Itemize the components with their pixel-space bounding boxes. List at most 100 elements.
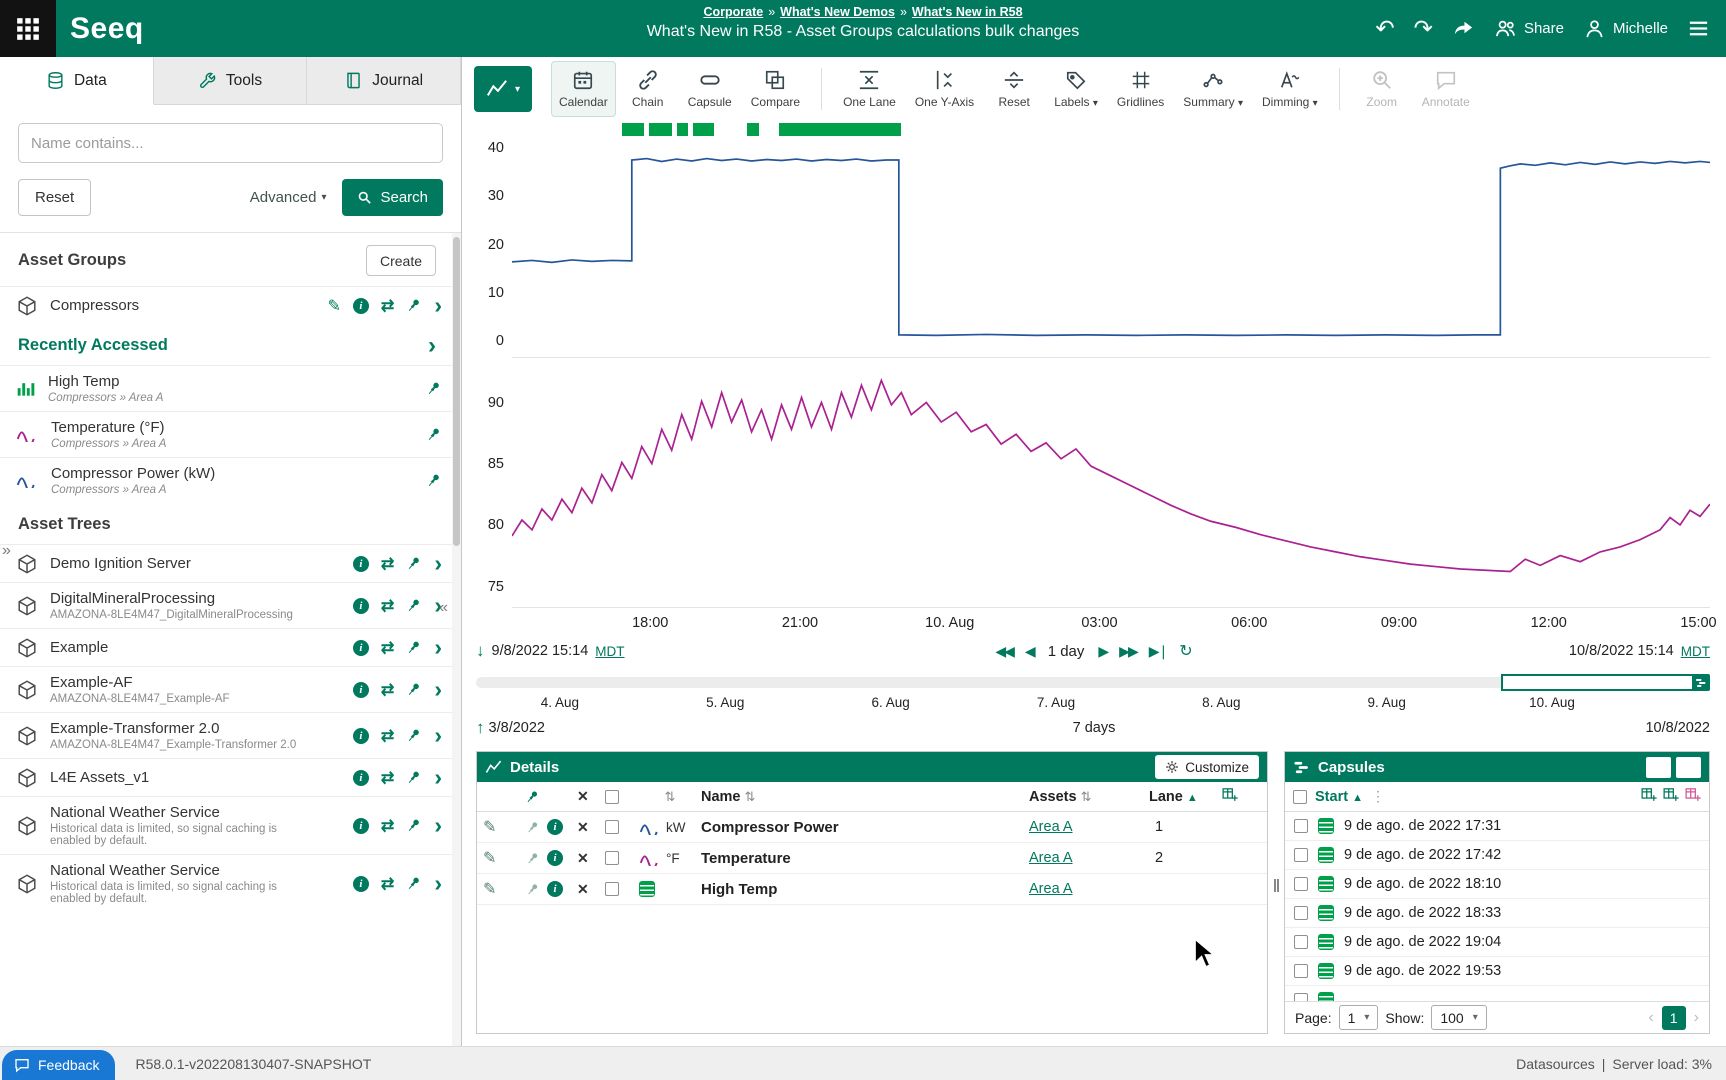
search-button[interactable]: Search [342, 179, 443, 216]
step-forward-icon[interactable]: ▶▶ [1119, 643, 1137, 660]
pin-icon[interactable] [425, 472, 442, 489]
capsule-checkbox[interactable] [1294, 848, 1308, 862]
chevron-right-icon[interactable]: › [434, 726, 442, 744]
capsule-row[interactable]: 9 de ago. de 2022 17:31 [1285, 812, 1709, 841]
current-page-button[interactable]: 1 [1662, 1006, 1686, 1030]
toolbar-annotate-button[interactable]: Annotate [1414, 61, 1478, 117]
pan-left-icon[interactable]: ◀ [1025, 643, 1034, 660]
advanced-toggle[interactable]: Advanced ▾ [250, 189, 327, 206]
chevron-right-icon[interactable]: › [434, 554, 442, 572]
capsule-row[interactable]: 9 de ago. de 2022 18:10 [1285, 870, 1709, 899]
toolbar-one-lane-button[interactable]: One Lane [835, 61, 904, 117]
step-duration-label[interactable]: 1 day [1046, 643, 1087, 660]
info-icon[interactable]: i [353, 682, 369, 698]
pin-icon[interactable] [517, 882, 547, 897]
pin-icon[interactable] [405, 681, 422, 698]
info-icon[interactable]: i [547, 881, 563, 897]
swap-icon[interactable]: ⇄ [381, 296, 393, 316]
capsule-bar[interactable] [622, 123, 644, 136]
column-options-icon[interactable]: ⋮ [1371, 788, 1385, 805]
asset-tree-row[interactable]: L4E Assets_v1 i ⇄ › [0, 758, 452, 796]
info-icon[interactable]: i [353, 818, 369, 834]
pin-icon[interactable] [405, 817, 422, 834]
chevron-right-icon[interactable]: › [434, 296, 442, 314]
info-icon[interactable]: i [353, 728, 369, 744]
user-menu[interactable]: Michelle [1583, 17, 1668, 40]
pin-all-icon[interactable] [517, 789, 547, 805]
edit-icon[interactable]: ✎ [483, 879, 517, 899]
capsule-checkbox[interactable] [1294, 906, 1308, 920]
name-column-header[interactable]: Name ⇅ [701, 789, 1029, 805]
hamburger-menu-icon[interactable] [1687, 17, 1710, 40]
step-back-icon[interactable]: ◀◀ [995, 643, 1013, 660]
sort-icon[interactable]: ⇅ [639, 789, 701, 805]
refresh-icon[interactable]: ↻ [1179, 641, 1192, 661]
timezone-link[interactable]: MDT [595, 644, 624, 659]
capsule-bar[interactable] [649, 123, 672, 136]
toolbar-zoom-button[interactable]: Zoom [1353, 61, 1411, 117]
app-grid-button[interactable] [0, 0, 56, 57]
lane-compressor-power[interactable]: 403020100 [512, 136, 1710, 358]
swap-icon[interactable]: ⇄ [381, 768, 393, 788]
capsule-bar[interactable] [677, 123, 688, 136]
pin-icon[interactable] [517, 851, 547, 866]
row-checkbox[interactable] [605, 882, 619, 896]
capsule-row[interactable]: 9 de ago. de 2022 19:53 [1285, 957, 1709, 986]
info-icon[interactable]: i [353, 298, 369, 314]
asset-tree-row[interactable]: DigitalMineralProcessing AMAZONA-8LE4M47… [0, 582, 452, 628]
remove-icon[interactable]: ✕ [577, 850, 605, 867]
page-select[interactable]: 1▾ [1339, 1005, 1379, 1030]
toolbar-dimming-button[interactable]: Dimming ▾ [1254, 61, 1326, 117]
chevron-right-icon[interactable]: › [434, 680, 442, 698]
info-icon[interactable]: i [353, 556, 369, 572]
toolbar-labels-button[interactable]: Labels ▾ [1046, 61, 1106, 117]
investigate-end-date[interactable]: 10/8/2022 [1645, 720, 1710, 736]
datasources-link[interactable]: Datasources [1516, 1056, 1595, 1072]
search-input[interactable] [18, 123, 443, 163]
asset-tree-row[interactable]: Example-Transformer 2.0 AMAZONA-8LE4M47_… [0, 712, 452, 758]
pin-icon[interactable] [405, 639, 422, 656]
toolbar-summary-button[interactable]: Summary ▾ [1175, 61, 1251, 117]
tab-data[interactable]: Data [0, 57, 154, 105]
row-checkbox[interactable] [605, 851, 619, 865]
toolbar-calendar-button[interactable]: Calendar [551, 61, 616, 117]
capsule-bar[interactable] [693, 123, 714, 136]
capsules-table-icon-pink[interactable] [1684, 786, 1701, 808]
capsule-row[interactable]: 9 de ago. de 2022 19:04 [1285, 928, 1709, 957]
asset-tree-row[interactable]: National Weather Service Historical data… [0, 796, 452, 854]
pin-icon[interactable] [425, 426, 442, 443]
tab-journal[interactable]: Journal [307, 57, 461, 105]
toolbar-reset-button[interactable]: Reset [985, 61, 1043, 117]
prev-page-icon[interactable]: ‹ [1648, 1009, 1653, 1027]
capsule-row[interactable]: 9 de ago. de 2022 17:42 [1285, 841, 1709, 870]
toolbar-chain-button[interactable]: Chain [619, 61, 677, 117]
trend-chart[interactable]: 403020100 90858075 18:0021:0010. Aug03:0… [462, 121, 1726, 636]
asset-link[interactable]: Area A [1029, 881, 1149, 897]
pin-icon[interactable] [425, 380, 442, 397]
details-row[interactable]: ✎ i ✕ kW Compressor Power Area A 1 [477, 812, 1267, 843]
asset-tree-row[interactable]: National Weather Service Historical data… [0, 854, 452, 912]
asset-link[interactable]: Area A [1029, 850, 1149, 866]
chevron-right-icon[interactable]: › [434, 816, 442, 834]
info-icon[interactable]: i [547, 850, 563, 866]
share-button[interactable]: Share [1494, 17, 1564, 40]
row-checkbox[interactable] [605, 820, 619, 834]
scrollbar-thumb[interactable] [453, 237, 460, 546]
capsule-checkbox[interactable] [1294, 935, 1308, 949]
chevron-right-icon[interactable]: › [428, 336, 436, 355]
info-icon[interactable]: i [547, 819, 563, 835]
capsules-collapse-button[interactable] [1676, 757, 1701, 778]
swap-icon[interactable]: ⇄ [381, 596, 393, 616]
breadcrumb-link-corporate[interactable]: Corporate [703, 5, 763, 19]
sidebar-scrollbar[interactable] [452, 233, 461, 1046]
edit-icon[interactable]: ✎ [483, 817, 517, 837]
capsule-checkbox[interactable] [1294, 819, 1308, 833]
capsules-table-icon[interactable] [1640, 786, 1657, 808]
pin-icon[interactable] [405, 875, 422, 892]
details-row[interactable]: ✎ i ✕ °F Temperature Area A 2 [477, 843, 1267, 874]
remove-icon[interactable]: ✕ [577, 819, 605, 836]
lane-temperature[interactable]: 90858075 [512, 362, 1710, 608]
assets-column-header[interactable]: Assets ⇅ [1029, 789, 1149, 805]
range-start-picker-icon[interactable]: ↓ [476, 641, 485, 661]
asset-tree-row[interactable]: Demo Ignition Server i ⇄ › [0, 544, 452, 582]
